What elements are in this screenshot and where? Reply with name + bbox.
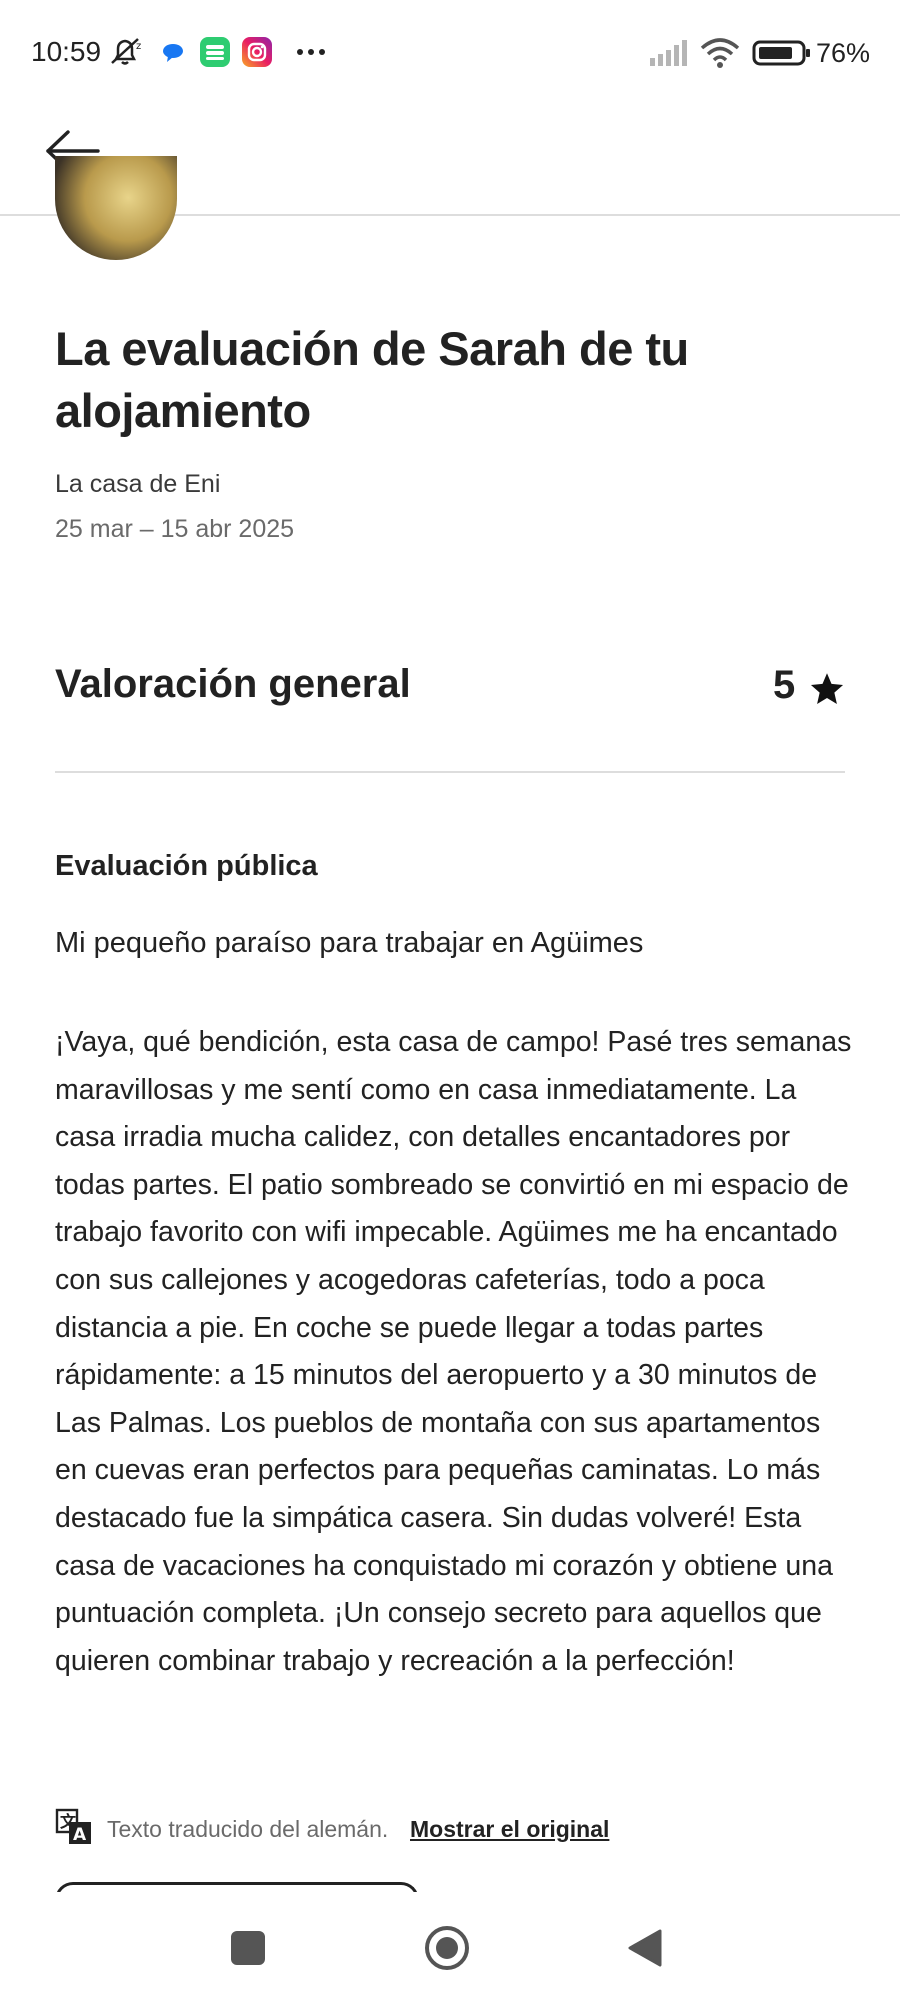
svg-text:z: z xyxy=(136,41,141,52)
section-divider xyxy=(55,771,845,773)
green-app-icon xyxy=(200,37,230,67)
chat-bubble-icon xyxy=(163,44,183,62)
guest-avatar xyxy=(55,156,177,260)
stay-dates: 25 mar – 15 abr 2025 xyxy=(55,515,295,543)
page-title: La evaluación de Sarah de tu alojamiento xyxy=(55,322,689,437)
wifi-icon xyxy=(700,38,740,68)
translate-icon: 文 A xyxy=(55,1808,91,1845)
show-original-link[interactable]: Mostrar el original xyxy=(410,1816,609,1843)
recents-button[interactable] xyxy=(231,1931,265,1965)
status-time: 10:59 xyxy=(31,36,102,67)
svg-text:A: A xyxy=(73,1825,87,1845)
public-review-heading: Evaluación pública xyxy=(55,850,318,882)
translation-note: Texto traducido del alemán. xyxy=(107,1816,389,1842)
overall-rating-value: 5 xyxy=(773,663,796,707)
review-headline: Mi pequeño paraíso para trabajar en Agüi… xyxy=(55,927,644,959)
battery-percent: 76% xyxy=(816,38,871,68)
overall-rating-label: Valoración general xyxy=(55,662,411,706)
status-bar: 10:59 z 76% xyxy=(0,0,900,110)
listing-name: La casa de Eni xyxy=(55,470,221,498)
mute-bell-icon: z xyxy=(111,38,141,65)
instagram-icon xyxy=(242,37,272,67)
signal-icon xyxy=(650,40,687,66)
back-triangle-icon[interactable] xyxy=(627,1928,663,1968)
more-dots-icon xyxy=(297,49,325,55)
review-body: ¡Vaya, qué bendición, esta casa de campo… xyxy=(55,1026,852,1677)
star-icon xyxy=(810,673,844,704)
home-button[interactable] xyxy=(423,1924,471,1972)
battery-icon xyxy=(752,40,810,66)
